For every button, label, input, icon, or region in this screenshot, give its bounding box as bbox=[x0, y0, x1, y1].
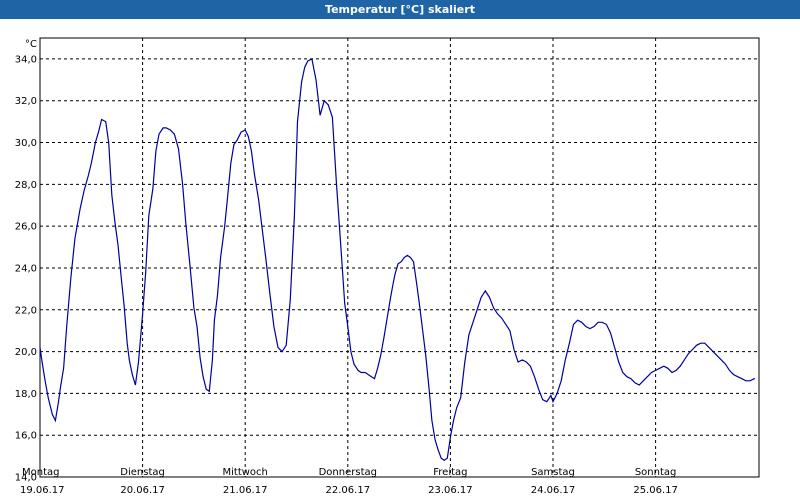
x-day-name-label: Freitag bbox=[433, 467, 467, 478]
x-day-date-label: 25.06.17 bbox=[633, 485, 678, 496]
chart-title: Temperatur [°C] skaliert bbox=[0, 0, 800, 19]
x-day-date-label: 20.06.17 bbox=[120, 485, 165, 496]
x-day-name-label: Samstag bbox=[531, 467, 575, 478]
x-day-name-label: Dienstag bbox=[120, 467, 165, 478]
y-tick-label: 20,0 bbox=[15, 347, 37, 358]
x-day-date-label: 21.06.17 bbox=[223, 485, 268, 496]
x-day-name-label: Mittwoch bbox=[223, 467, 268, 478]
y-axis-unit-label: °C bbox=[25, 39, 37, 50]
y-tick-label: 18,0 bbox=[15, 389, 37, 400]
y-tick-label: 16,0 bbox=[15, 431, 37, 442]
x-day-name-label: Donnerstag bbox=[319, 467, 377, 478]
x-day-date-label: 24.06.17 bbox=[531, 485, 576, 496]
x-day-name-label: Montag bbox=[22, 467, 59, 478]
y-tick-label: 28,0 bbox=[15, 180, 37, 191]
x-day-name-label: Sonntag bbox=[635, 467, 677, 478]
y-tick-label: 24,0 bbox=[15, 263, 37, 274]
y-tick-label: 30,0 bbox=[15, 138, 37, 149]
x-day-date-label: 19.06.17 bbox=[20, 485, 65, 496]
y-tick-label: 34,0 bbox=[15, 54, 37, 65]
y-tick-label: 22,0 bbox=[15, 305, 37, 316]
y-tick-label: 26,0 bbox=[15, 222, 37, 233]
chart-area: 14,016,018,020,022,024,026,028,030,032,0… bbox=[15, 37, 760, 496]
plot-border bbox=[39, 37, 760, 478]
x-day-date-label: 22.06.17 bbox=[326, 485, 371, 496]
y-tick-labels: 14,016,018,020,022,024,026,028,030,032,0… bbox=[15, 54, 37, 483]
y-tick-label: 32,0 bbox=[15, 96, 37, 107]
x-day-date-label: 23.06.17 bbox=[428, 485, 473, 496]
